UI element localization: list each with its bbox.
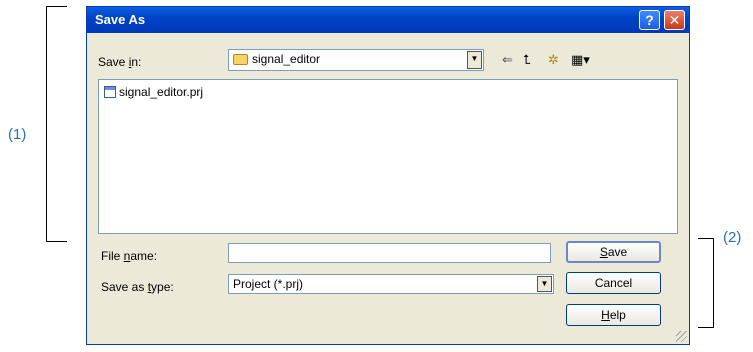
file-name-input[interactable] — [228, 243, 551, 263]
file-name-label: File name: — [101, 249, 158, 263]
help-title-button[interactable]: ? — [639, 10, 660, 30]
close-button[interactable]: ✕ — [664, 10, 685, 30]
cancel-button[interactable]: Cancel — [566, 272, 661, 294]
folder-icon — [233, 54, 248, 66]
resize-grip[interactable] — [676, 331, 687, 342]
save-type-label: Save as type: — [101, 280, 174, 294]
save-type-combo[interactable]: Project (*.prj) ▼ — [228, 274, 554, 294]
chevron-down-icon[interactable]: ▼ — [467, 51, 482, 69]
save-in-combo[interactable]: signal_editor ▼ — [228, 49, 484, 71]
back-icon[interactable]: ⇐ — [502, 52, 513, 68]
save-in-value: signal_editor — [252, 52, 321, 66]
bracket-right — [698, 238, 714, 328]
save-button[interactable]: Save — [566, 241, 661, 263]
save-type-value: Project (*.prj) — [233, 277, 304, 291]
save-as-dialog: Save As ? ✕ Save in: signal_editor ▼ ⇐ ⮤… — [86, 6, 690, 345]
list-item[interactable]: signal_editor.prj — [104, 85, 203, 99]
project-file-icon — [104, 86, 116, 98]
dialog-title: Save As — [95, 12, 146, 27]
annotation-1: (1) — [8, 126, 27, 143]
file-name: signal_editor.prj — [119, 85, 204, 99]
new-folder-icon[interactable]: ✲ — [548, 52, 559, 68]
chevron-down-icon[interactable]: ▼ — [537, 276, 552, 292]
annotation-2: (2) — [723, 229, 742, 246]
view-menu-icon[interactable]: ▦▾ — [571, 52, 590, 68]
save-in-label: Save in: — [98, 55, 142, 69]
up-folder-icon[interactable]: ⮤ — [523, 52, 531, 68]
help-button[interactable]: Help — [566, 304, 661, 326]
file-list[interactable]: signal_editor.prj — [98, 79, 678, 234]
title-bar: Save As ? ✕ — [87, 7, 689, 33]
bracket-left — [46, 6, 67, 242]
